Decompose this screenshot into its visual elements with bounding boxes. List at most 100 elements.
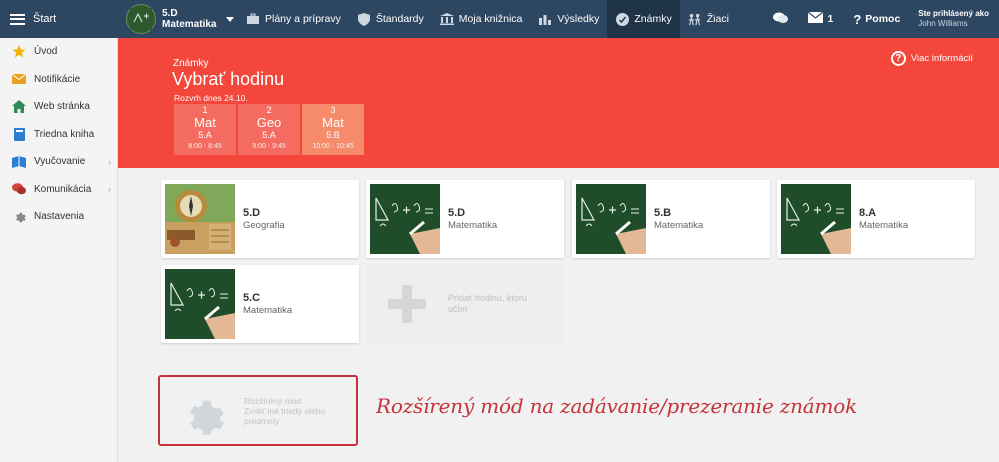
envelope-icon (808, 11, 824, 26)
lesson-number: 2 (266, 105, 272, 115)
advanced-mode-subtitle: Zvoliť iné triedy alebo predmety (244, 406, 326, 426)
lesson-tile[interactable]: 2 Geo 5.A 9:00 - 9:45 (238, 104, 300, 155)
lesson-subject: Mat (322, 115, 344, 130)
class-card-subject: Matematika (243, 305, 293, 316)
class-card-subject: Matematika (448, 220, 498, 231)
section-label: Známky (173, 58, 209, 69)
nav-plans[interactable]: Plány a prípravy (238, 0, 349, 38)
chalkboard-image (781, 184, 851, 254)
sidebar-item-label: Triedna kniha (34, 128, 95, 140)
help-button[interactable]: ? Pomoc (843, 12, 910, 27)
sidebar: Úvod Notifikácie Web stránka Triedna kni… (0, 38, 118, 462)
chevron-right-icon: › (108, 184, 111, 195)
class-card[interactable]: 5.D Matematika (366, 180, 564, 258)
start-label: Štart (33, 13, 57, 25)
nav-standards[interactable]: Štandardy (349, 0, 432, 38)
gear-icon (190, 400, 224, 435)
sidebar-item-label: Úvod (34, 46, 58, 58)
sidebar-item-web-stranka[interactable]: Web stránka (0, 93, 117, 121)
annotation-text: Rozšírený mód na zadávanie/prezeranie zn… (376, 394, 858, 418)
shield-icon (357, 12, 371, 26)
class-card[interactable]: 5.B Matematika (572, 180, 770, 258)
class-card-subject: Geografia (243, 220, 285, 231)
nav-students[interactable]: Žiaci (680, 0, 737, 38)
sidebar-item-label: Vyučovanie (34, 156, 86, 168)
question-icon: ? (853, 11, 862, 27)
page-title: Vybrať hodinu (172, 69, 285, 89)
sidebar-item-uvod[interactable]: Úvod (0, 38, 117, 66)
sidebar-item-nastavenia[interactable]: Nastavenia (0, 203, 117, 231)
today-lessons: 1 Mat 5.A 8:00 - 8:45 2 Geo 5.A 9:00 - 9… (174, 104, 364, 155)
nav-students-label: Žiaci (706, 13, 729, 25)
hamburger-icon (10, 13, 25, 25)
nav-results-label: Výsledky (557, 13, 600, 25)
nav-library-label: Moja knižnica (458, 13, 523, 25)
lesson-tile[interactable]: 3 Mat 5.B 10:00 - 10:45 (302, 104, 364, 155)
chat-icon (773, 12, 789, 27)
sidebar-item-komunikacia[interactable]: Komunikácia › (0, 176, 117, 204)
logged-in-label: Ste prihlásený ako (918, 9, 989, 18)
nav-results[interactable]: Výsledky (530, 0, 607, 38)
gear-icon (12, 210, 26, 223)
sidebar-item-label: Komunikácia (34, 183, 92, 195)
chevron-right-icon: › (108, 156, 111, 167)
main-nav: Plány a prípravy Štandardy Moja knižnica… (238, 0, 737, 38)
bar-chart-icon (538, 13, 552, 25)
add-class-card[interactable]: Pridať hodinu, ktorú učím (366, 265, 564, 343)
class-card-title: 5.C (243, 292, 261, 304)
nav-library[interactable]: Moja knižnica (432, 0, 531, 38)
advanced-mode-title: Rozšírený mód (244, 396, 302, 406)
start-menu-button[interactable]: Štart (0, 0, 118, 38)
chalkboard-image (576, 184, 646, 254)
plus-icon (388, 285, 426, 323)
class-card-subject: Matematika (859, 220, 909, 231)
class-card-title: 5.D (243, 207, 261, 219)
chat-icon (12, 183, 26, 196)
class-name: 5.D (162, 8, 178, 19)
class-card-title: 5.B (654, 207, 672, 219)
briefcase-icon (246, 13, 260, 25)
class-card-title: 5.D (448, 207, 466, 219)
lesson-class: 5.A (198, 130, 212, 140)
class-card[interactable]: 5.D Geografia (161, 180, 359, 258)
class-picker: 5.D Geografia 5.D Matematika 5.B Matemat… (118, 168, 999, 462)
help-label: Pomoc (865, 13, 901, 25)
top-navigation-bar: Štart 5.D Matematika Plány a prípravy Št… (0, 0, 999, 38)
class-card[interactable]: 5.C Matematika (161, 265, 359, 343)
lesson-tile[interactable]: 1 Mat 5.A 8:00 - 8:45 (174, 104, 236, 155)
lesson-class: 5.A (262, 130, 276, 140)
messages-count: 1 (827, 13, 834, 25)
class-card-title: 8.A (859, 207, 877, 219)
sidebar-item-label: Web stránka (34, 101, 90, 113)
more-info-label: Viac informácií (910, 53, 973, 64)
chat-button[interactable] (763, 12, 798, 27)
nav-grades[interactable]: Známky (607, 0, 680, 38)
chalkboard-image (370, 184, 440, 254)
question-circle-icon: ? (890, 51, 906, 66)
user-menu[interactable]: Ste prihlásený ako John Williams (910, 9, 999, 29)
sidebar-item-label: Nastavenia (34, 211, 85, 223)
class-card-subject: Matematika (654, 220, 704, 231)
lesson-time: 9:00 - 9:45 (252, 143, 286, 150)
sidebar-item-triedna-kniha[interactable]: Triedna kniha (0, 121, 117, 149)
grades-icon (615, 12, 629, 26)
more-info-link[interactable]: ? Viac informácií (890, 51, 973, 66)
today-schedule-label: Rozvrh dnes 24.10. (174, 93, 248, 103)
envelope-icon (12, 73, 26, 86)
teaching-icon (12, 155, 26, 168)
home-icon (12, 100, 26, 114)
lesson-number: 1 (202, 105, 208, 115)
lesson-number: 3 (330, 105, 336, 115)
star-icon (12, 45, 26, 58)
nav-grades-label: Známky (634, 13, 672, 25)
messages-button[interactable]: 1 (798, 11, 843, 26)
chalkboard-image (165, 269, 235, 339)
class-selector[interactable]: 5.D Matematika (118, 0, 238, 38)
class-card[interactable]: 8.A Matematika (777, 180, 975, 258)
sidebar-item-vyucovanie[interactable]: Vyučovanie › (0, 148, 117, 176)
lesson-subject: Mat (194, 115, 216, 130)
lesson-time: 8:00 - 8:45 (188, 143, 222, 150)
sidebar-item-notifikacie[interactable]: Notifikácie (0, 66, 117, 94)
advanced-mode-button[interactable]: Rozšírený mód Zvoliť iné triedy alebo pr… (158, 375, 358, 446)
class-subject: Matematika (162, 19, 217, 30)
